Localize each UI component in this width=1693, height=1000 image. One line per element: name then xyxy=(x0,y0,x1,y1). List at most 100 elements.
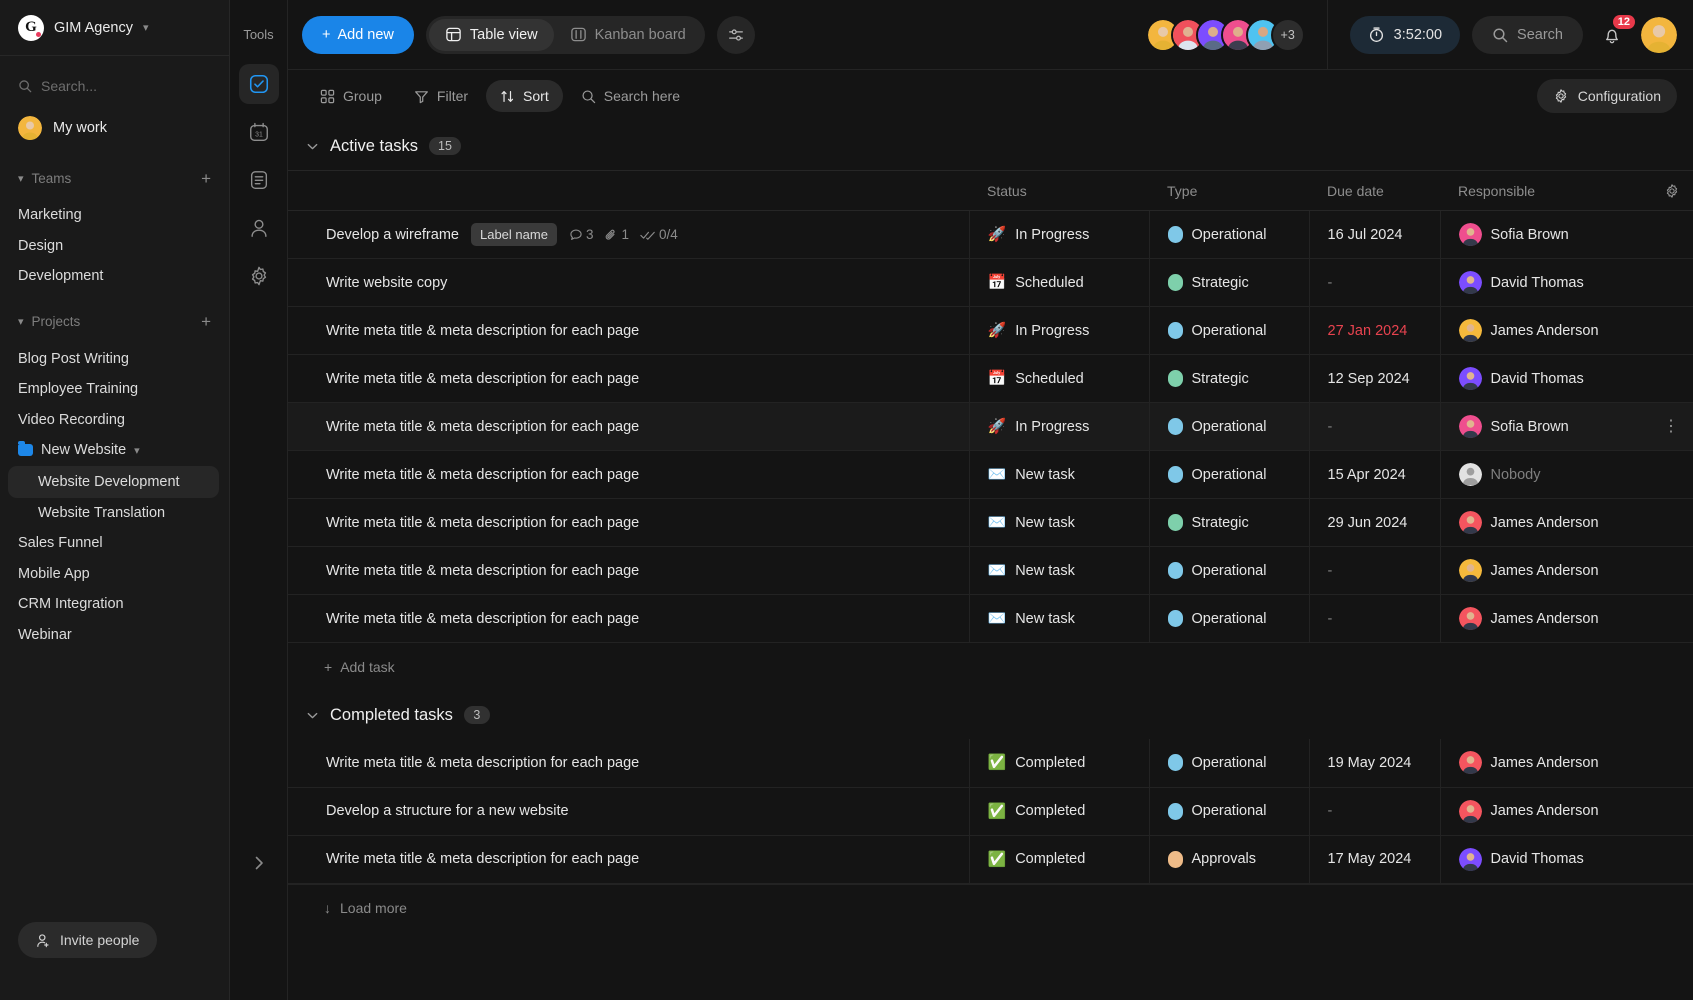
group-header-active-tasks[interactable]: Active tasks 15 xyxy=(288,122,1693,170)
table-search-input[interactable]: Search here xyxy=(567,80,694,112)
cell-task[interactable]: Write meta title & meta description for … xyxy=(288,594,969,643)
cell-due-date[interactable]: 17 May 2024 xyxy=(1308,835,1440,884)
comment-count[interactable]: 3 xyxy=(569,227,593,242)
add-new-button[interactable]: + Add new xyxy=(302,15,414,54)
cell-responsible[interactable]: David Thomas xyxy=(1439,354,1650,403)
cell-row-actions[interactable] xyxy=(1650,787,1693,836)
sidebar-item-webinar[interactable]: Webinar xyxy=(0,620,229,651)
column-header-status[interactable]: Status xyxy=(969,170,1149,211)
cell-responsible[interactable]: David Thomas xyxy=(1439,835,1650,884)
cell-responsible[interactable]: James Anderson xyxy=(1439,306,1650,355)
sidebar-item-blog-post-writing[interactable]: Blog Post Writing xyxy=(0,344,229,375)
user-avatar[interactable] xyxy=(1641,16,1677,53)
attachment-count[interactable]: 1 xyxy=(604,227,629,242)
cell-status[interactable]: 🚀 In Progress xyxy=(968,306,1149,355)
sidebar-search-input[interactable]: Search... xyxy=(0,64,229,108)
table-row[interactable]: Write meta title & meta description for … xyxy=(288,354,1693,403)
add-project-button[interactable]: + xyxy=(201,313,211,330)
cell-responsible[interactable]: Nobody xyxy=(1439,450,1650,499)
sidebar-item-website-development[interactable]: Website Development xyxy=(8,465,219,498)
table-row[interactable]: Write meta title & meta description for … xyxy=(288,450,1693,499)
cell-row-actions[interactable] xyxy=(1650,835,1693,884)
table-row[interactable]: Develop a structure for a new website ✅ Co… xyxy=(288,787,1693,836)
cell-due-date[interactable]: 27 Jan 2024 xyxy=(1308,306,1440,355)
cell-task[interactable]: Write meta title & meta description for … xyxy=(288,739,969,788)
cell-responsible[interactable]: Sofia Brown xyxy=(1439,402,1650,451)
cell-task[interactable]: Develop a wireframe Label name 3 1 0/4 xyxy=(288,210,969,259)
cell-due-date[interactable]: 19 May 2024 xyxy=(1308,739,1440,788)
group-button[interactable]: Group xyxy=(306,80,396,112)
cell-status[interactable]: ✉️ New task xyxy=(968,546,1149,595)
task-label-chip[interactable]: Label name xyxy=(470,223,557,246)
cell-row-actions[interactable] xyxy=(1650,498,1693,547)
cell-responsible[interactable]: David Thomas xyxy=(1439,258,1650,307)
cell-type[interactable]: Strategic xyxy=(1148,498,1309,547)
subtask-progress[interactable]: 0/4 xyxy=(640,227,678,242)
sidebar-item-crm-integration[interactable]: CRM Integration xyxy=(0,589,229,620)
cell-type[interactable]: Operational xyxy=(1148,402,1309,451)
tab-kanban-board[interactable]: Kanban board xyxy=(554,19,702,51)
cell-responsible[interactable]: James Anderson xyxy=(1439,787,1650,836)
sidebar-section-projects[interactable]: ▾ Projects + xyxy=(0,300,229,344)
column-settings-button[interactable] xyxy=(1650,170,1693,211)
cell-due-date[interactable]: 15 Apr 2024 xyxy=(1308,450,1440,499)
sidebar-item-my-work[interactable]: My work xyxy=(0,108,229,148)
cell-responsible[interactable]: James Anderson xyxy=(1439,739,1650,788)
member-avatars[interactable]: +3 xyxy=(1145,17,1305,52)
rail-item-calendar[interactable]: 31 xyxy=(239,112,279,152)
rail-item-tasks[interactable] xyxy=(238,64,279,104)
cell-status[interactable]: ✉️ New task xyxy=(968,594,1149,643)
column-header-due-date[interactable]: Due date xyxy=(1309,170,1440,211)
cell-status[interactable]: 🚀 In Progress xyxy=(968,402,1149,451)
cell-due-date[interactable]: - xyxy=(1308,594,1440,643)
sort-button[interactable]: Sort xyxy=(486,80,563,112)
tab-table-view[interactable]: Table view xyxy=(428,18,554,51)
rail-item-notes[interactable] xyxy=(239,160,279,200)
cell-row-actions[interactable]: ⋮ xyxy=(1650,402,1693,451)
cell-row-actions[interactable] xyxy=(1650,354,1693,403)
cell-due-date[interactable]: 29 Jun 2024 xyxy=(1308,498,1440,547)
sidebar-item-video-recording[interactable]: Video Recording xyxy=(0,405,229,436)
view-settings-button[interactable] xyxy=(716,15,755,54)
workspace-switcher[interactable]: G GIM Agency ▾ xyxy=(0,0,229,56)
avatar-overflow-count[interactable]: +3 xyxy=(1270,17,1305,52)
add-team-button[interactable]: + xyxy=(201,170,211,187)
load-more-button[interactable]: ↓ Load more xyxy=(288,883,1693,932)
cell-task[interactable]: Write meta title & meta description for … xyxy=(288,306,969,355)
rail-item-contacts[interactable] xyxy=(239,208,279,248)
cell-task[interactable]: Write website copy xyxy=(288,258,969,307)
cell-type[interactable]: Operational xyxy=(1148,450,1309,499)
table-row[interactable]: Write meta title & meta description for … xyxy=(288,498,1693,547)
cell-due-date[interactable]: 16 Jul 2024 xyxy=(1308,210,1440,259)
cell-row-actions[interactable] xyxy=(1650,546,1693,595)
sidebar-item-sales-funnel[interactable]: Sales Funnel xyxy=(0,528,229,559)
table-row[interactable]: Write meta title & meta description for … xyxy=(288,594,1693,643)
cell-type[interactable]: Strategic xyxy=(1148,258,1309,307)
column-header-type[interactable]: Type xyxy=(1149,170,1309,211)
cell-type[interactable]: Operational xyxy=(1148,210,1309,259)
cell-responsible[interactable]: James Anderson xyxy=(1439,546,1650,595)
cell-row-actions[interactable] xyxy=(1650,210,1693,259)
sidebar-item-development[interactable]: Development xyxy=(0,261,229,292)
timer-button[interactable]: 3:52:00 xyxy=(1349,15,1461,54)
cell-status[interactable]: 🚀 In Progress xyxy=(968,210,1149,259)
table-row[interactable]: Write meta title & meta description for … xyxy=(288,546,1693,595)
table-row[interactable]: Write meta title & meta description for … xyxy=(288,306,1693,355)
cell-task[interactable]: Write meta title & meta description for … xyxy=(288,450,969,499)
table-row[interactable]: Write meta title & meta description for … xyxy=(288,739,1693,788)
table-row[interactable]: Develop a wireframe Label name 3 1 0/4 🚀 In Pr… xyxy=(288,210,1693,259)
sidebar-item-website-translation[interactable]: Website Translation xyxy=(0,498,229,529)
notifications-button[interactable]: 12 xyxy=(1595,14,1635,52)
rail-item-settings[interactable] xyxy=(239,256,279,296)
cell-type[interactable]: Approvals xyxy=(1148,835,1309,884)
cell-due-date[interactable]: - xyxy=(1308,546,1440,595)
configuration-button[interactable]: Configuration xyxy=(1536,79,1677,113)
filter-button[interactable]: Filter xyxy=(400,80,482,112)
cell-type[interactable]: Operational xyxy=(1148,739,1309,788)
cell-row-actions[interactable] xyxy=(1650,594,1693,643)
cell-task[interactable]: Write meta title & meta description for … xyxy=(288,354,969,403)
sidebar-item-marketing[interactable]: Marketing xyxy=(0,200,229,231)
sidebar-item-employee-training[interactable]: Employee Training xyxy=(0,374,229,405)
global-search-button[interactable]: Search xyxy=(1472,15,1583,54)
cell-responsible[interactable]: James Anderson xyxy=(1439,498,1650,547)
